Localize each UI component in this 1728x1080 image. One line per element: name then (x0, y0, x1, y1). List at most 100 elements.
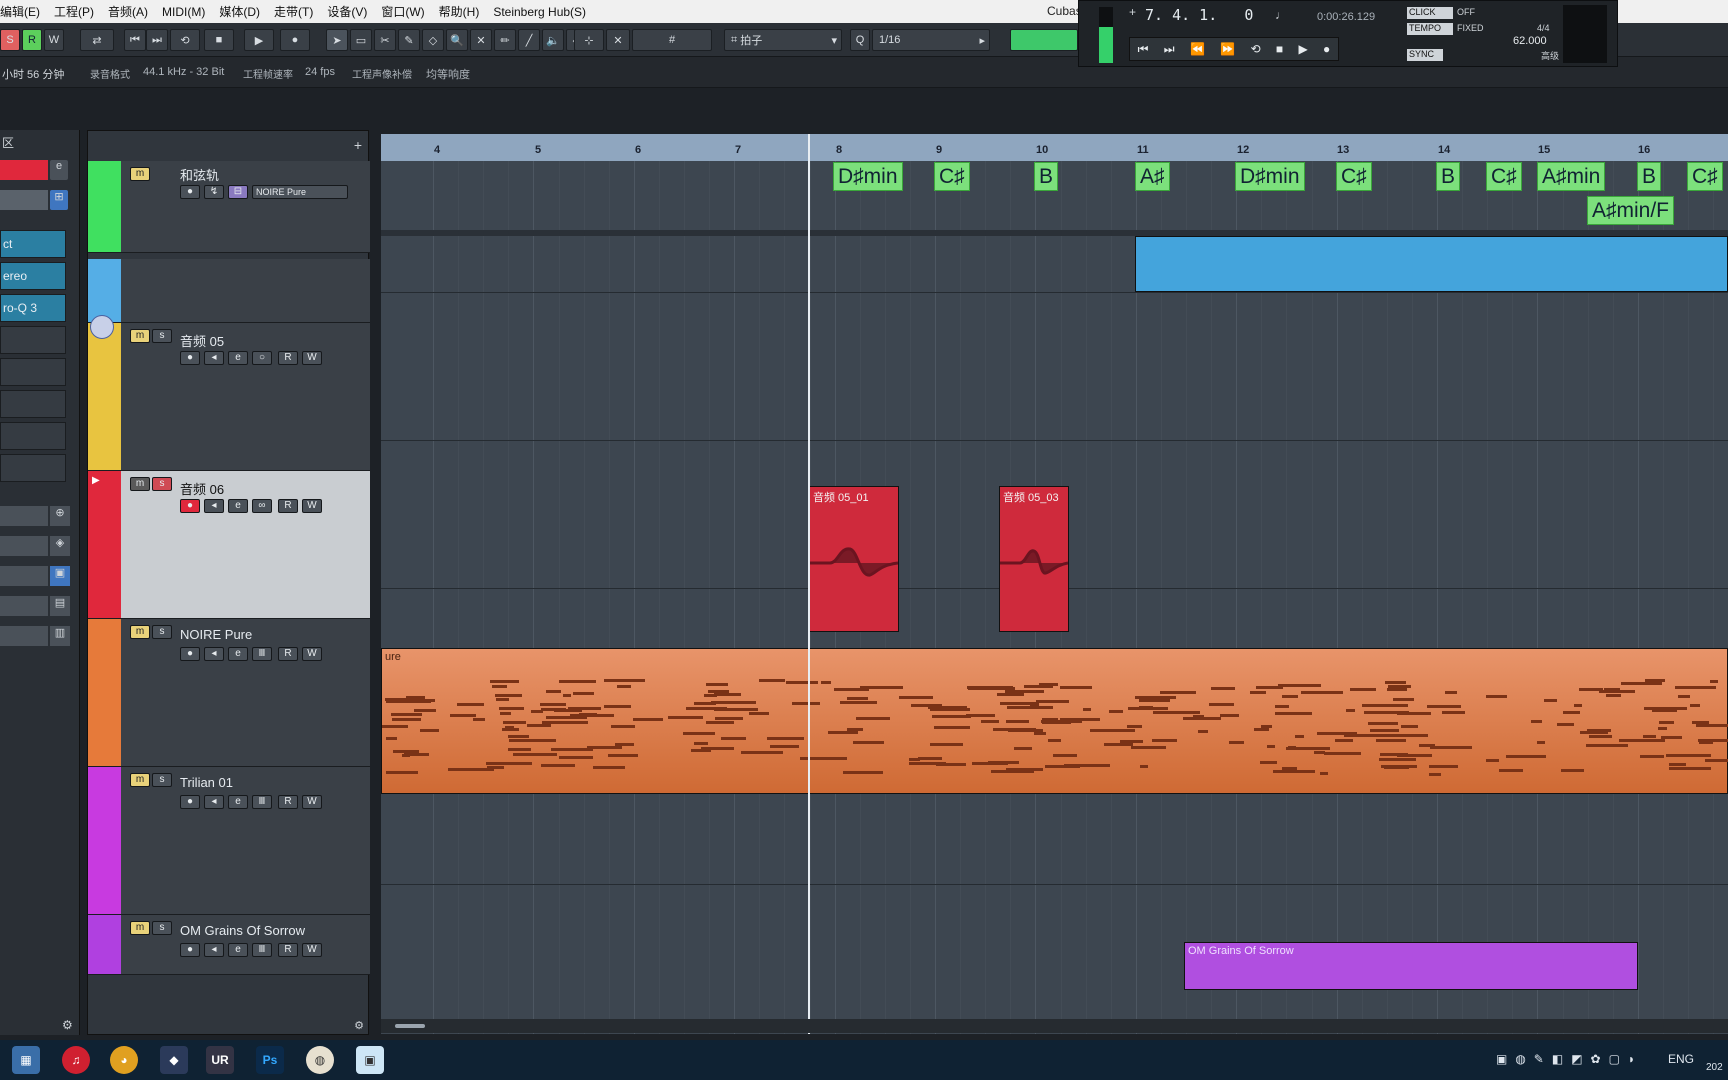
erase-tool-icon[interactable]: ◇ (422, 29, 444, 51)
fader-icon[interactable]: ▤ (50, 596, 70, 616)
track-blue[interactable] (88, 259, 370, 323)
routing-icon[interactable]: ⊞ (50, 190, 68, 210)
section-notepad[interactable] (0, 596, 48, 616)
insert-slot-1[interactable]: ct (0, 230, 66, 258)
section-eq[interactable] (0, 506, 48, 526)
menu-media[interactable]: 媒体(D) (219, 3, 260, 20)
mode-s-button[interactable]: S (0, 29, 20, 51)
track-name[interactable]: 和弦轨 (180, 165, 219, 184)
inserts-icon[interactable]: ○ (252, 351, 272, 365)
chord-event[interactable]: B (1034, 162, 1059, 191)
track-om-grains[interactable]: m s OM Grains Of Sorrow ● ◂ e Ⅲ R W (88, 915, 370, 975)
menu-devices[interactable]: 设备(V) (327, 3, 367, 20)
section-quickcontrols[interactable] (0, 626, 48, 646)
project-window[interactable]: 4 5 6 7 8 9 10 11 12 13 14 15 16 D♯min C… (381, 134, 1728, 1034)
insert-slot-6[interactable] (0, 390, 66, 418)
solo-button[interactable]: s (152, 625, 172, 639)
horizontal-scrollbar[interactable] (381, 1019, 1728, 1033)
record-enable-icon[interactable]: ● (180, 185, 200, 199)
track-audio-05[interactable]: m s 音频 05 ● ◂ e ○ R W (88, 315, 370, 471)
section-channel[interactable] (0, 566, 48, 586)
play-icon[interactable]: ▶ (244, 29, 274, 51)
timeline-ruler[interactable]: 4 5 6 7 8 9 10 11 12 13 14 15 16 (381, 134, 1728, 161)
prev-marker-icon[interactable]: ⏭ (1164, 42, 1175, 57)
instrument-icon[interactable]: Ⅲ (252, 647, 272, 661)
mute-button[interactable]: m (130, 921, 150, 935)
edit-channel-icon[interactable]: e (228, 647, 248, 661)
monitor-icon[interactable]: ◂ (204, 647, 224, 661)
link-icon[interactable]: ∞ (252, 499, 272, 513)
eq-icon[interactable]: ⊕ (50, 506, 70, 526)
record-enable-icon[interactable]: ● (180, 647, 200, 661)
instrument-icon[interactable]: Ⅲ (252, 795, 272, 809)
audio-event[interactable]: 音频 05_03 (999, 486, 1069, 632)
grid-icon[interactable]: # (632, 29, 712, 51)
edit-channel-icon[interactable]: e (228, 351, 248, 365)
write-button[interactable]: W (302, 647, 322, 661)
glue-tool-icon[interactable]: ✎ (398, 29, 420, 51)
speaker-tool-icon[interactable]: 🔈 (542, 29, 564, 51)
insert-slot-2[interactable]: ereo (0, 262, 66, 290)
click-label[interactable]: CLICK (1407, 7, 1453, 19)
image-viewer-icon[interactable]: ▣ (356, 1046, 384, 1074)
inspector-routing[interactable] (0, 190, 48, 210)
cycle-icon[interactable]: ⟲ (1251, 42, 1261, 56)
notepad-icon[interactable]: ▥ (50, 626, 70, 646)
chord-event[interactable]: D♯min (1235, 162, 1305, 191)
read-button[interactable]: R (278, 943, 298, 957)
read-button[interactable]: R (278, 351, 298, 365)
settings-gear-icon[interactable]: ⚙ (62, 1018, 73, 1032)
pan-value[interactable]: 均等响度 (426, 66, 470, 82)
solo-button[interactable]: s (152, 773, 172, 787)
section-sends[interactable] (0, 536, 48, 556)
track-trilian[interactable]: m s Trilian 01 ● ◂ e Ⅲ R W (88, 767, 370, 915)
go-to-start-icon[interactable]: ⏮ (124, 29, 146, 51)
monitor-icon[interactable]: ◂ (204, 795, 224, 809)
read-button[interactable]: R (278, 499, 298, 513)
music-app-icon[interactable]: ♫ (62, 1046, 90, 1074)
insert-slot-3[interactable]: ro-Q 3 (0, 294, 66, 322)
edit-channel-icon[interactable]: e (228, 943, 248, 957)
chord-assist-icon[interactable]: ⊟ (228, 185, 248, 199)
solo-button[interactable]: s (152, 329, 172, 343)
chord-event[interactable]: A♯min/F (1587, 196, 1675, 225)
browser-icon[interactable]: ◕ (110, 1046, 138, 1074)
tempo-value[interactable]: 62.000 (1513, 35, 1547, 47)
inspector-track-color[interactable] (0, 160, 48, 180)
write-button[interactable]: W (302, 795, 322, 809)
insert-slot-4[interactable] (0, 326, 66, 354)
quantize-select[interactable]: 1/16 ▸ (872, 29, 990, 51)
chord-event[interactable]: D♯min (833, 162, 903, 191)
draw-tool-icon[interactable]: ✏ (494, 29, 516, 51)
track-name[interactable]: OM Grains Of Sorrow (180, 923, 305, 938)
pointer-tool-icon[interactable]: ➤ (326, 29, 348, 51)
stop-icon[interactable]: ■ (204, 29, 234, 51)
line-tool-icon[interactable]: ╱ (518, 29, 540, 51)
chord-event[interactable]: C♯ (1486, 162, 1522, 191)
fast-forward-icon[interactable]: ⏩ (1220, 42, 1235, 56)
format-value[interactable]: 44.1 kHz - 32 Bit (143, 66, 224, 78)
time-display[interactable]: 0:00:26.129 (1317, 11, 1375, 23)
chord-event[interactable]: C♯ (934, 162, 970, 191)
track-settings-gear-icon[interactable]: ⚙ (354, 1019, 364, 1032)
menu-project[interactable]: 工程(P) (54, 3, 94, 20)
palette-icon[interactable]: ◍ (306, 1046, 334, 1074)
mute-tool-icon[interactable]: ✕ (470, 29, 492, 51)
track-name[interactable]: Trilian 01 (180, 775, 233, 790)
menu-audio[interactable]: 音频(A) (108, 3, 148, 20)
transport-record-icon[interactable]: ● (1323, 42, 1330, 56)
menu-hub[interactable]: Steinberg Hub(S) (493, 5, 586, 19)
mute-button[interactable]: m (130, 625, 150, 639)
write-button[interactable]: W (302, 499, 322, 513)
mute-button[interactable]: m (130, 329, 150, 343)
scroll-thumb[interactable] (395, 1024, 425, 1028)
mute-button[interactable]: m (130, 167, 150, 181)
photoshop-icon[interactable]: Ps (256, 1046, 284, 1074)
go-to-end-icon[interactable]: ⏭ (146, 29, 168, 51)
rewind-icon[interactable]: ⏪ (1190, 42, 1205, 56)
midi-event[interactable]: ure (381, 648, 1728, 794)
mode-w-button[interactable]: W (44, 29, 64, 51)
add-track-icon[interactable]: + (354, 137, 362, 153)
mode-r-button[interactable]: R (22, 29, 42, 51)
snap-icon[interactable]: ✕ (606, 29, 630, 51)
